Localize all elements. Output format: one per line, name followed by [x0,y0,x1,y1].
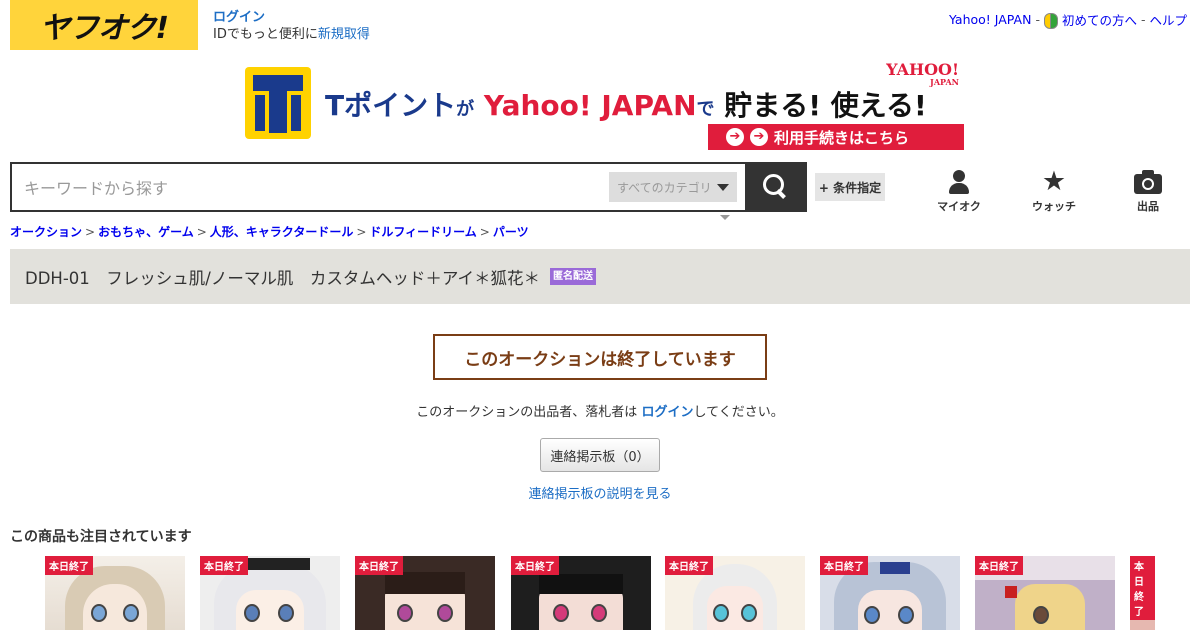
item-title: DDH-01 フレッシュ肌/ノーマル肌 カスタムヘッド＋アイ＊狐花＊ [25,268,541,288]
nav-watch[interactable]: ★ ウォッチ [1024,168,1084,214]
message-board-button[interactable]: 連絡掲示板（0） [540,438,660,472]
related-item[interactable]: 本日終了 [975,556,1115,630]
breadcrumb-sep: > [85,225,96,239]
beginner-link[interactable]: 初めての方へ [1062,10,1137,29]
breadcrumb-sep: > [479,225,490,239]
login-sub: IDでもっと便利に新規取得 [213,27,370,42]
tpoint-banner[interactable]: Tポイントが Yahoo! JAPANで 貯まる! 使える! YAHOO! JAP… [245,62,965,152]
related-item[interactable]: 本日終了 [1130,556,1155,630]
login-sub-text: IDでもっと便利に [213,27,318,42]
tpoint-logo-icon [245,67,311,139]
separator: - [1140,12,1146,27]
person-icon [948,168,970,196]
ending-today-badge: 本日終了 [975,556,1023,575]
nav-myauction[interactable]: マイオク [929,168,989,214]
yahoo-japan-logo: YAHOO! JAPAN [886,62,959,87]
breadcrumb-item[interactable]: パーツ [493,225,529,239]
related-item[interactable]: 本日終了 [665,556,805,630]
arrow-right-icon: ➔ [750,128,768,146]
banner-tpoint: Tポイント [325,89,457,122]
arrow-right-icon: ➔ [726,128,744,146]
search-button[interactable] [745,162,807,212]
item-title-bar: DDH-01 フレッシュ肌/ノーマル肌 カスタムヘッド＋アイ＊狐花＊ 匿名配送 [10,249,1190,304]
nav-watch-label: ウォッチ [1032,200,1076,213]
yahoo-logo-sub: JAPAN [930,77,959,87]
breadcrumb-item[interactable]: オークション [10,225,82,239]
anonymous-shipping-badge: 匿名配送 [550,268,597,285]
search-input[interactable] [24,176,584,200]
banner-yahoo-japan: Yahoo! JAPAN [483,89,697,122]
login-block: ログイン IDでもっと便利に新規取得 [213,9,370,43]
search-icon [763,174,789,200]
ended-login-link[interactable]: ログイン [641,405,693,420]
suggest-caret-icon[interactable] [720,215,730,220]
ending-today-badge: 本日終了 [665,556,713,575]
auction-ended-notice: このオークションは終了しています [433,334,767,380]
ended-msg-suffix: してください。 [693,405,784,420]
category-select[interactable]: すべてのカテゴリ [609,172,737,202]
ending-today-badge: 本日終了 [200,556,248,575]
banner-de: で [696,99,715,120]
help-link[interactable]: ヘルプ [1149,10,1187,29]
search-box: すべてのカテゴリ [10,162,746,212]
yahuoku-logo[interactable]: ヤフオク! [10,0,198,50]
ending-today-badge: 本日終了 [355,556,403,575]
category-select-label: すべてのカテゴリ [617,180,712,195]
related-item[interactable]: 本日終了 [45,556,185,630]
ending-today-badge: 本日終了 [820,556,868,575]
message-board-help-link[interactable]: 連絡掲示板の説明を見る [0,483,1200,502]
camera-icon [1134,168,1162,196]
breadcrumb-sep: > [356,225,367,239]
related-item[interactable]: 本日終了 [200,556,340,630]
separator: - [1035,12,1040,27]
condition-button[interactable]: + 条件指定 [815,173,885,201]
related-carousel: 本日終了 本日終了 本日終了 本日終了 本日終了 本日終了 本日終了 本日終了 [45,556,1155,630]
breadcrumb-item[interactable]: ドルフィードリーム [369,225,476,239]
register-link[interactable]: 新規取得 [318,27,370,42]
ending-today-badge: 本日終了 [1130,556,1155,620]
beginner-mark-icon [1043,12,1058,29]
banner-headline: Tポイントが Yahoo! JAPANで 貯まる! 使える! [325,84,927,124]
ended-login-message: このオークションの出品者、落札者は ログインしてください。 [0,401,1200,420]
related-item[interactable]: 本日終了 [355,556,495,630]
caret-down-icon [717,184,729,191]
top-links: Yahoo! JAPAN - 初めての方へ - ヘルプ [949,10,1187,29]
login-link[interactable]: ログイン [213,9,370,26]
related-item[interactable]: 本日終了 [511,556,651,630]
nav-sell-label: 出品 [1137,200,1159,213]
banner-save-use: 貯まる! 使える! [724,89,927,122]
breadcrumb-sep: > [196,225,207,239]
banner-cta[interactable]: ➔ ➔ 利用手続きはこちら [708,124,964,150]
nav-sell[interactable]: 出品 [1118,168,1178,214]
banner-ga: が [456,99,475,120]
nav-myauction-label: マイオク [937,200,981,213]
star-icon: ★ [1041,166,1067,197]
breadcrumb-item[interactable]: 人形、キャラクタードール [210,225,354,239]
related-item[interactable]: 本日終了 [820,556,960,630]
ended-msg-prefix: このオークションの出品者、落札者は [416,405,638,420]
breadcrumb-item[interactable]: おもちゃ、ゲーム [98,225,194,239]
breadcrumb: オークション > おもちゃ、ゲーム > 人形、キャラクタードール > ドルフィードリーム > パ… [10,223,529,240]
banner-cta-label: 利用手続きはこちら [774,128,910,147]
related-title: この商品も注目されています [10,529,192,545]
ending-today-badge: 本日終了 [45,556,93,575]
yahoo-japan-link[interactable]: Yahoo! JAPAN [949,12,1031,27]
ending-today-badge: 本日終了 [511,556,559,575]
logo-text: ヤフオク! [39,11,169,46]
